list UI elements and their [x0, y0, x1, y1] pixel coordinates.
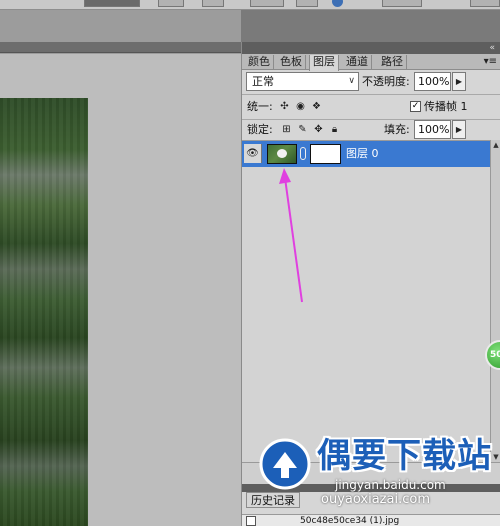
scroll-up-icon[interactable]: ▲ [491, 140, 500, 150]
mask-link-icon[interactable] [300, 147, 306, 160]
unify-visibility-icon[interactable]: ◉ [294, 100, 307, 113]
options-bar [0, 0, 500, 10]
fill-input[interactable]: 100% [414, 120, 451, 139]
image-texture [0, 98, 88, 526]
watermark-logo-icon [259, 438, 311, 490]
panel-menu-icon[interactable]: ▾≡ [484, 55, 497, 69]
lock-row: 锁定: ⊞ ✎ ✥ 🔒︎ 填充: 100% ▶ [242, 120, 500, 142]
unify-row: 统一: ✣ ◉ ❖ ✓ 传播帧 1 [242, 97, 500, 119]
lock-brush-icon[interactable]: ✎ [296, 123, 309, 136]
propagate-label: 传播帧 1 [424, 100, 468, 113]
chevron-down-icon: ∨ [348, 76, 355, 86]
lock-move-icon[interactable]: ✥ [312, 123, 325, 136]
toolbar-button[interactable] [382, 0, 422, 7]
collapse-icon[interactable]: « [489, 43, 495, 53]
tab-paths[interactable]: 路径 [378, 55, 407, 70]
watermark-title: 偶要下载站 [317, 436, 492, 476]
toolbar-button[interactable] [250, 0, 284, 7]
document-tab-strip [0, 42, 241, 53]
tab-color[interactable]: 颜色 [245, 55, 274, 70]
tab-channels[interactable]: 通道 [343, 55, 372, 70]
toolbar-circle-icon[interactable] [332, 0, 343, 7]
panel-tabs: 颜色 色板 图层 通道 路径 ▾≡ [242, 54, 500, 71]
layers-scrollbar[interactable]: ▲ ▼ [490, 140, 500, 462]
lock-transparent-icon[interactable]: ⊞ [280, 123, 293, 136]
opacity-arrow-icon[interactable]: ▶ [452, 72, 466, 91]
toolbar-button[interactable] [470, 0, 500, 7]
panel-title-bar[interactable]: « [242, 42, 500, 54]
watermark-subtitle: jingyan.baidu.com [335, 478, 446, 492]
toolbar-button[interactable] [84, 0, 140, 7]
tab-swatches[interactable]: 色板 [277, 55, 306, 70]
unify-style-icon[interactable]: ❖ [310, 100, 323, 113]
unify-label: 统一: [247, 100, 273, 113]
lock-all-icon[interactable]: 🔒︎ [328, 123, 341, 136]
tab-layers[interactable]: 图层 [309, 55, 339, 71]
propagate-checkbox[interactable]: ✓ [410, 101, 421, 112]
blend-row: 正常 ∨ 不透明度: 100% ▶ [242, 72, 500, 94]
fill-label: 填充: [384, 123, 410, 136]
blend-mode-value: 正常 [252, 75, 274, 88]
layer-name[interactable]: 图层 0 [346, 141, 379, 167]
layers-list[interactable]: 👁︎ 图层 0 [242, 140, 490, 462]
thumbnail-flower [277, 149, 287, 158]
toolbar-button[interactable] [296, 0, 318, 7]
toolbar-button[interactable] [202, 0, 224, 7]
layer-mask-thumbnail[interactable] [310, 144, 341, 164]
watermark-url: ouyaoxiazai.com [321, 492, 430, 507]
document-image[interactable] [0, 98, 88, 526]
eye-icon[interactable]: 👁︎ [244, 144, 262, 163]
lock-label: 锁定: [247, 123, 273, 136]
blend-mode-select[interactable]: 正常 ∨ [246, 72, 359, 91]
layer-thumbnail[interactable] [267, 144, 297, 164]
opacity-input[interactable]: 100% [414, 72, 451, 91]
opacity-label: 不透明度: [362, 75, 410, 88]
toolbar-button[interactable] [158, 0, 184, 7]
watermark: 偶要下载站 jingyan.baidu.com ouyaoxiazai.com [255, 434, 500, 526]
fill-arrow-icon[interactable]: ▶ [452, 120, 466, 139]
divider [242, 94, 500, 95]
layer-row[interactable]: 👁︎ 图层 0 [242, 141, 490, 167]
unify-position-icon[interactable]: ✣ [278, 100, 291, 113]
